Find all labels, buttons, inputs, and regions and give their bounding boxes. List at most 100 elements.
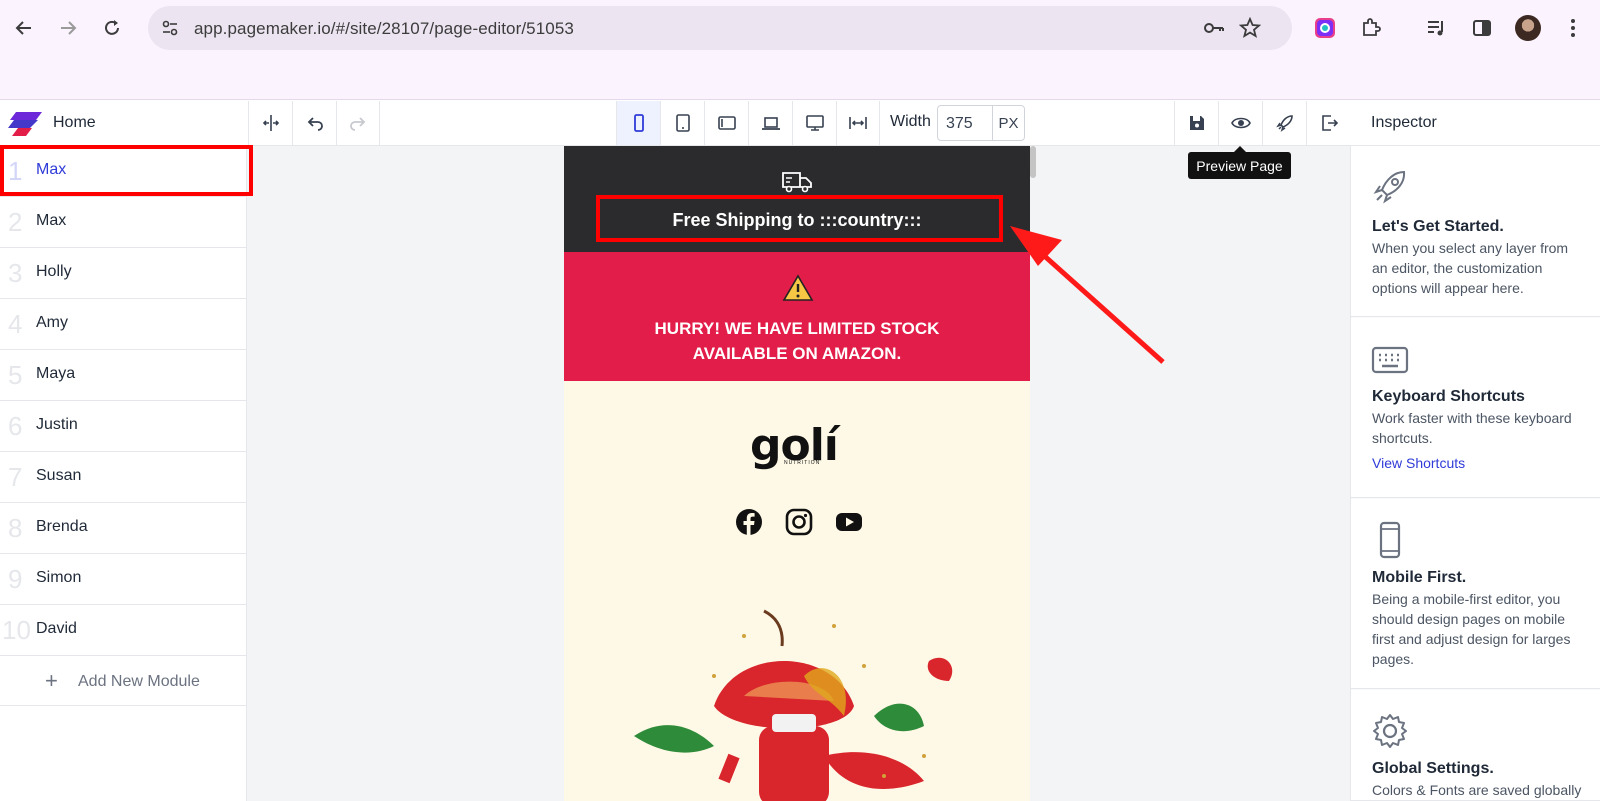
youtube-icon[interactable] [835, 508, 863, 536]
width-label: Width [890, 113, 931, 130]
side-panel-icon[interactable] [1467, 13, 1497, 43]
device-tablet-button[interactable] [660, 101, 704, 145]
rocket-icon [1275, 115, 1293, 132]
card-text: Being a mobile-first editor, you should … [1372, 591, 1571, 667]
inspector-card-get-started: Let's Get Started. When you select any l… [1351, 146, 1600, 317]
forward-button[interactable] [50, 10, 86, 46]
mobile-icon [633, 114, 644, 132]
module-item-3[interactable]: 3 Holly [0, 248, 246, 299]
save-button[interactable] [1174, 101, 1218, 145]
full-width-button[interactable] [836, 101, 880, 145]
back-button[interactable] [6, 10, 42, 46]
tablet-icon [675, 114, 690, 132]
gear-icon [1373, 714, 1407, 748]
facebook-icon[interactable] [735, 508, 763, 536]
module-number: 7 [8, 462, 23, 492]
password-key-icon[interactable] [1202, 16, 1226, 40]
module-number: 4 [8, 309, 23, 339]
module-sidebar: 1 Max 2 Max 3 Holly 4 Amy 5 Maya 6 Justi… [0, 146, 247, 801]
preview-page-tooltip: Preview Page [1188, 146, 1291, 179]
module-item-4[interactable]: 4 Amy [0, 299, 246, 350]
module-item-5[interactable]: 5 Maya [0, 350, 246, 401]
device-laptop-button[interactable] [748, 101, 792, 145]
device-desktop-button[interactable] [792, 101, 836, 145]
site-settings-icon[interactable] [158, 16, 182, 40]
kebab-menu-icon[interactable] [1558, 13, 1588, 43]
expand-width-icon [849, 117, 867, 129]
module-name[interactable]: Holly [36, 263, 72, 281]
page-scrollbar[interactable] [1030, 146, 1036, 178]
browser-chrome: app.pagemaker.io/#/site/28107/page-edito… [0, 0, 1600, 100]
width-input[interactable]: 375 PX [937, 105, 1025, 141]
delivery-truck-icon [782, 172, 812, 193]
add-new-module-label: Add New Module [78, 673, 200, 690]
module-item-10[interactable]: 10 David [0, 605, 246, 656]
card-text: Work faster with these keyboard shortcut… [1372, 410, 1572, 446]
profile-avatar[interactable] [1515, 15, 1541, 41]
module-number: 3 [8, 258, 23, 288]
module-number: 10 [2, 615, 31, 645]
module-item-6[interactable]: 6 Justin [0, 401, 246, 452]
warning-icon [782, 274, 814, 301]
highlight-box-shipping [596, 195, 1003, 242]
desktop-icon [805, 115, 824, 131]
rocket-icon [1373, 170, 1406, 204]
module-name[interactable]: Maya [36, 365, 75, 383]
module-name[interactable]: Brenda [36, 518, 88, 536]
url-text[interactable]: app.pagemaker.io/#/site/28107/page-edito… [194, 19, 574, 39]
save-icon [1189, 116, 1204, 130]
arrow-right-icon [61, 21, 77, 35]
width-value[interactable]: 375 [946, 115, 973, 133]
module-name[interactable]: Max [36, 212, 66, 230]
split-columns-icon [262, 115, 279, 131]
instagram-icon[interactable] [785, 508, 813, 536]
module-item-9[interactable]: 9 Simon [0, 554, 246, 605]
media-control-icon[interactable] [1421, 13, 1451, 43]
module-number: 9 [8, 564, 23, 594]
preview-page-button[interactable] [1218, 101, 1262, 145]
layout-toggle-button[interactable] [248, 101, 292, 145]
extensions-icon[interactable] [1356, 13, 1386, 43]
color-extension-icon[interactable] [1310, 13, 1340, 43]
highlight-box-module [0, 145, 253, 196]
module-number: 8 [8, 513, 23, 543]
undo-icon [307, 117, 323, 131]
bookmark-star-icon[interactable] [1238, 16, 1262, 40]
inspector-card-shortcuts: Keyboard Shortcuts Work faster with thes… [1351, 318, 1600, 498]
stock-warning-banner[interactable]: HURRY! WE HAVE LIMITED STOCK AVAILABLE O… [564, 252, 1030, 381]
view-shortcuts-link[interactable]: View Shortcuts [1372, 455, 1465, 471]
module-name[interactable]: Amy [36, 314, 68, 332]
stock-warning-text[interactable]: HURRY! WE HAVE LIMITED STOCK AVAILABLE O… [634, 316, 960, 366]
module-item-7[interactable]: 7 Susan [0, 452, 246, 503]
laptop-icon [761, 117, 780, 130]
eye-icon [1230, 117, 1251, 129]
product-hero-image [634, 609, 953, 801]
inspector-title: Inspector [1371, 114, 1437, 131]
module-name[interactable]: Justin [36, 416, 78, 434]
tablet-landscape-icon [717, 116, 736, 130]
reload-icon [105, 20, 119, 35]
exit-editor-button[interactable] [1306, 101, 1350, 145]
module-item-2[interactable]: 2 Max [0, 197, 246, 248]
address-bar[interactable]: app.pagemaker.io/#/site/28107/page-edito… [148, 6, 1292, 50]
module-name[interactable]: Simon [36, 569, 81, 587]
add-new-module-button[interactable]: + Add New Module [0, 656, 246, 706]
page-preview[interactable]: Free Shipping to :::country::: HURRY! WE… [564, 146, 1030, 801]
home-label[interactable]: Home [53, 114, 96, 132]
card-title: Keyboard Shortcuts [1372, 388, 1525, 405]
undo-button[interactable] [292, 101, 336, 145]
module-name[interactable]: David [36, 620, 77, 638]
pagemaker-logo[interactable] [8, 112, 44, 136]
device-tablet-landscape-button[interactable] [704, 101, 748, 145]
redo-button[interactable] [336, 101, 380, 145]
module-number: 5 [8, 360, 23, 390]
plus-icon: + [45, 668, 58, 693]
arrow-left-icon [15, 21, 31, 35]
exit-icon [1321, 115, 1338, 131]
module-name[interactable]: Susan [36, 467, 81, 485]
redo-icon [350, 117, 366, 131]
reload-button[interactable] [94, 10, 130, 46]
device-mobile-button[interactable] [616, 101, 660, 145]
publish-button[interactable] [1262, 101, 1306, 145]
module-item-8[interactable]: 8 Brenda [0, 503, 246, 554]
